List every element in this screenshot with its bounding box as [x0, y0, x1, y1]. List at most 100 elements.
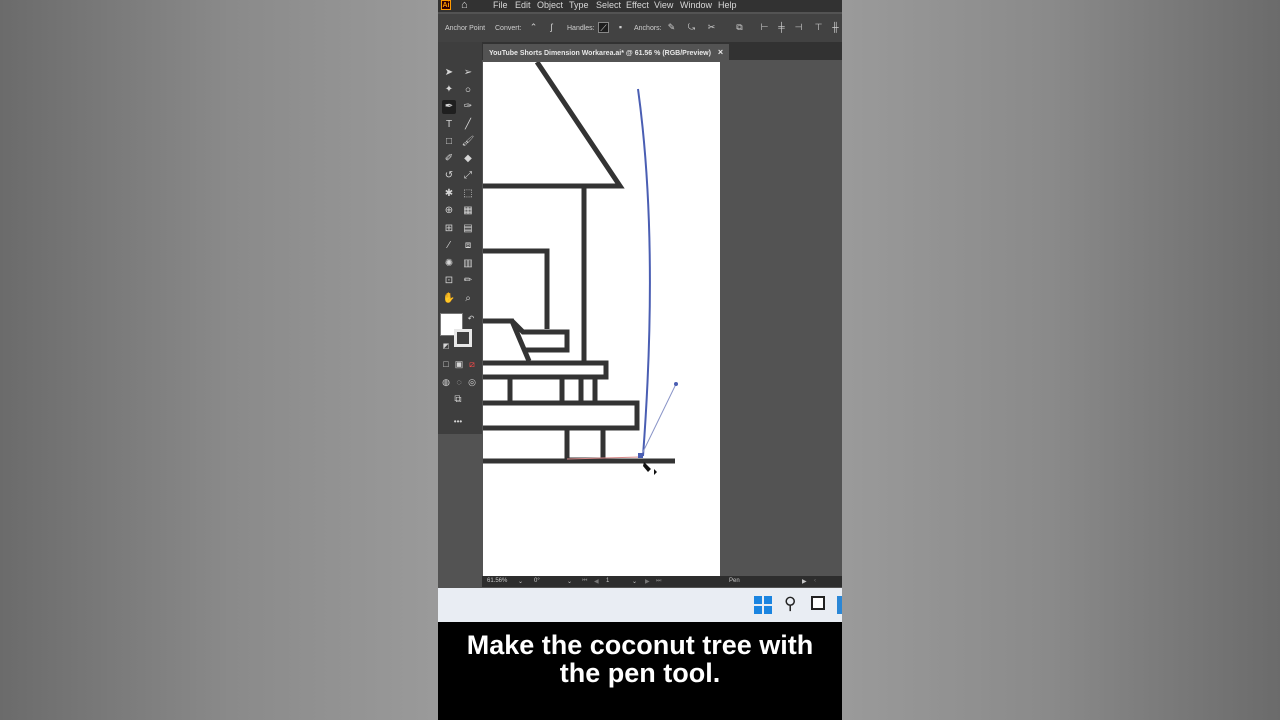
menu-effect[interactable]: Effect — [626, 0, 649, 10]
menu-view[interactable]: View — [654, 0, 673, 10]
document-tab[interactable]: YouTube Shorts Dimension Workarea.ai* @ … — [483, 44, 730, 60]
color-mode-icon[interactable]: □ — [439, 357, 453, 371]
type-tool-icon[interactable]: T — [442, 118, 456, 132]
porch-railing-posts — [507, 377, 598, 401]
zoom-tool-icon[interactable]: ⌕ — [461, 292, 475, 306]
edit-toolbar-icon[interactable]: ••• — [451, 415, 465, 429]
shape-builder-tool-icon[interactable]: ⊕ — [442, 204, 456, 218]
scale-tool-icon[interactable]: ⤢ — [461, 169, 475, 183]
hide-handles-icon[interactable]: ▪ — [615, 22, 626, 33]
magic-wand-tool-icon[interactable]: ✦ — [442, 83, 456, 97]
zoom-dropdown-icon[interactable]: ⌄ — [518, 578, 523, 585]
artboard-number[interactable]: 1 — [606, 578, 609, 584]
draw-normal-icon[interactable]: ◍ — [439, 375, 453, 389]
artboard[interactable] — [483, 62, 720, 576]
menu-object[interactable]: Object — [537, 0, 563, 10]
selection-tool-icon[interactable]: ➤ — [442, 66, 456, 80]
porch-step — [564, 425, 606, 463]
rotate-tool-icon[interactable]: ↺ — [442, 169, 456, 183]
search-icon[interactable]: ⚲ — [784, 594, 796, 614]
symbol-sprayer-tool-icon[interactable]: ✺ — [442, 257, 456, 271]
connect-anchors-icon[interactable]: ⤿ — [686, 22, 697, 33]
chair-shape — [483, 318, 570, 362]
zoom-level[interactable]: 61.56% — [487, 578, 507, 584]
rotation-value[interactable]: 0° — [534, 578, 540, 584]
isolate-object-icon[interactable]: ⧉ — [734, 22, 745, 33]
handles-label: Handles: — [567, 25, 595, 32]
menu-edit[interactable]: Edit — [515, 0, 531, 10]
artboard-dropdown-icon[interactable]: ⌄ — [632, 578, 637, 585]
align-top-icon[interactable]: ⊤ — [813, 22, 824, 33]
none-mode-icon[interactable]: ⧄ — [465, 357, 479, 371]
menu-window[interactable]: Window — [680, 0, 712, 10]
status-menu-icon[interactable]: ▶ — [802, 578, 807, 585]
convert-to-smooth-icon[interactable]: ʃ — [546, 22, 557, 33]
swap-fill-stroke-icon[interactable]: ↶ — [464, 312, 478, 326]
illustrator-logo: Ai — [441, 0, 451, 10]
menu-file[interactable]: File — [493, 0, 508, 10]
task-view-icon[interactable] — [811, 596, 825, 610]
artboard-tool-icon[interactable]: ⊡ — [442, 274, 456, 288]
tools-panel: ➤ ➢ ✦ ဝ ✒ ✑ T ╱ □ 🖌 ✐ ◆ ↺ ⤢ ✱ ⬚ ⊕ ▦ ⊞ ▤ … — [438, 42, 483, 434]
windows-start-icon[interactable] — [754, 596, 772, 614]
draw-behind-icon[interactable]: ◌ — [452, 375, 466, 389]
free-transform-tool-icon[interactable]: ⬚ — [461, 187, 475, 201]
previous-artboard-icon[interactable]: ◀ — [594, 578, 599, 585]
document-tab-title: YouTube Shorts Dimension Workarea.ai* @ … — [489, 50, 711, 57]
bezier-handle-point[interactable] — [674, 382, 678, 386]
first-artboard-icon[interactable]: ⏮ — [582, 578, 587, 585]
remove-anchor-icon[interactable]: ✎ — [666, 22, 677, 33]
blend-tool-icon[interactable]: ⧈ — [461, 239, 475, 253]
column-graph-tool-icon[interactable]: ▥ — [461, 257, 475, 271]
convert-label: Convert: — [495, 25, 522, 32]
last-artboard-icon[interactable]: ⏭ — [656, 578, 661, 585]
stroke-color-swatch[interactable] — [454, 329, 472, 347]
eraser-tool-icon[interactable]: ◆ — [461, 152, 475, 166]
control-tool-name: Anchor Point — [445, 25, 486, 32]
convert-to-corner-icon[interactable]: ⌃ — [528, 22, 539, 33]
perspective-grid-tool-icon[interactable]: ▦ — [461, 204, 475, 218]
home-icon[interactable]: ⌂ — [461, 0, 468, 11]
caption-line-1: Make the coconut tree with — [466, 630, 814, 660]
pen-cursor-icon — [643, 462, 657, 475]
mesh-tool-icon[interactable]: ⊞ — [442, 222, 456, 236]
show-handles-icon[interactable]: ⟋ — [598, 22, 609, 33]
menu-select[interactable]: Select — [596, 0, 621, 10]
gradient-mode-icon[interactable]: ▣ — [452, 357, 466, 371]
default-fill-stroke-icon[interactable]: ◩ — [439, 340, 453, 354]
align-left-icon[interactable]: ⊢ — [759, 22, 770, 33]
align-center-icon[interactable]: ╪ — [776, 22, 787, 33]
draw-inside-icon[interactable]: ◎ — [465, 375, 479, 389]
pen-tool-icon[interactable]: ✒ — [442, 100, 456, 114]
rotation-dropdown-icon[interactable]: ⌄ — [567, 578, 572, 585]
close-tab-icon[interactable]: × — [718, 47, 723, 57]
cut-path-icon[interactable]: ✂ — [706, 22, 717, 33]
coconut-tree-path[interactable] — [637, 88, 651, 457]
shaper-tool-icon[interactable]: ✐ — [442, 152, 456, 166]
rectangle-tool-icon[interactable]: □ — [442, 135, 456, 149]
next-artboard-icon[interactable]: ▶ — [645, 578, 650, 585]
line-segment-tool-icon[interactable]: ╱ — [461, 118, 475, 132]
screen-mode-icon[interactable]: ⧉ — [451, 393, 465, 407]
paintbrush-tool-icon[interactable]: 🖌 — [461, 135, 475, 149]
window-frame — [483, 248, 550, 329]
lasso-tool-icon[interactable]: ဝ — [461, 83, 475, 97]
gradient-tool-icon[interactable]: ▤ — [461, 222, 475, 236]
anchor-point[interactable] — [638, 453, 643, 458]
slice-tool-icon[interactable]: ✏ — [461, 274, 475, 288]
curvature-tool-icon[interactable]: ✑ — [461, 100, 475, 114]
hand-tool-icon[interactable]: ✋ — [442, 292, 456, 306]
align-middle-icon[interactable]: ╫ — [830, 22, 841, 33]
puppet-warp-tool-icon[interactable]: ✱ — [442, 187, 456, 201]
windows-taskbar: ⚲ — [438, 588, 842, 622]
caption-line-2: the pen tool. — [559, 658, 721, 688]
eyedropper-tool-icon[interactable]: ⁄ — [442, 239, 456, 253]
menu-type[interactable]: Type — [569, 0, 589, 10]
menu-help[interactable]: Help — [718, 0, 737, 10]
illustrator-window: Ai ⌂ File Edit Object Type Select Effect… — [438, 0, 842, 720]
direct-selection-tool-icon[interactable]: ➢ — [461, 66, 475, 80]
browser-icon[interactable] — [837, 596, 842, 614]
status-collapse-icon[interactable]: ‹ — [814, 578, 816, 584]
control-bar: Anchor Point Convert: ⌃ ʃ Handles: ⟋ ▪ A… — [438, 14, 842, 42]
align-right-icon[interactable]: ⊣ — [793, 22, 804, 33]
